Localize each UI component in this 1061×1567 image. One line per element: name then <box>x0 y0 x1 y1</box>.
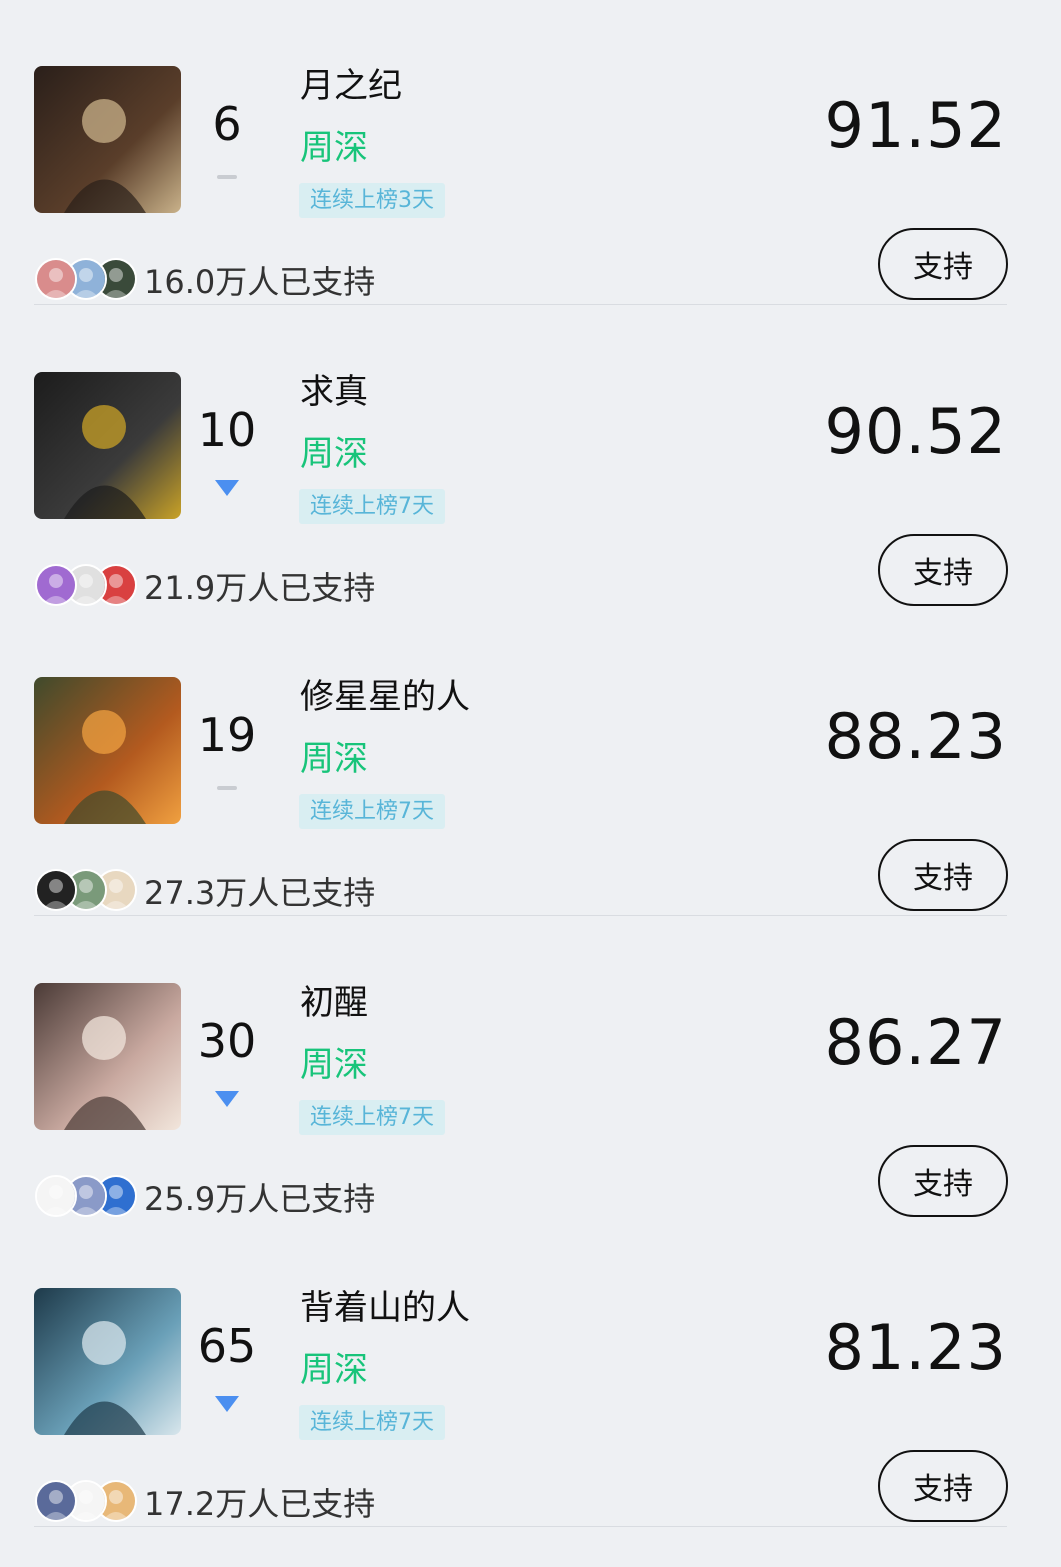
song-title[interactable]: 修星星的人 <box>300 675 470 719</box>
singer-name[interactable]: 周深 <box>300 126 368 170</box>
support-button[interactable]: 支持 <box>878 228 1008 300</box>
support-button[interactable]: 支持 <box>878 1450 1008 1522</box>
album-cover[interactable] <box>34 982 181 1130</box>
streak-badge: 连续上榜7天 <box>299 794 445 829</box>
trend-down-icon <box>215 479 239 496</box>
avatar <box>35 1174 77 1217</box>
streak-badge: 连续上榜7天 <box>299 488 445 524</box>
supporter-count: 21.9万人已支持 <box>144 568 376 607</box>
rank-number: 65 <box>197 1319 257 1373</box>
song-title[interactable]: 求真 <box>300 370 368 414</box>
song-entry[interactable]: 30 初醒 周深 连续上榜7天 86.27 25.9万人已支持 支持 <box>0 917 1061 1222</box>
trend-down-icon <box>215 1396 239 1412</box>
rank-number: 10 <box>197 402 257 457</box>
avatar <box>35 869 77 911</box>
song-title[interactable]: 背着山的人 <box>300 1286 470 1330</box>
streak-badge: 连续上榜7天 <box>299 1405 445 1440</box>
supporter-count: 16.0万人已支持 <box>144 263 376 301</box>
rank-number: 30 <box>197 1013 257 1068</box>
trend-down-icon <box>215 1090 239 1107</box>
avatar <box>35 563 77 606</box>
singer-name[interactable]: 周深 <box>300 432 368 476</box>
supporter-avatars <box>35 258 137 300</box>
album-cover[interactable] <box>34 677 181 824</box>
singer-name[interactable]: 周深 <box>300 1043 368 1087</box>
streak-badge: 连续上榜7天 <box>299 1099 445 1135</box>
ranking-list: 6 月之纪 周深 连续上榜3天 91.52 16.0万人已支持 支持 10 求真… <box>0 0 1061 1567</box>
singer-name[interactable]: 周深 <box>300 1348 368 1392</box>
score-value: 81.23 <box>824 1311 1007 1384</box>
song-entry[interactable]: 65 背着山的人 周深 连续上榜7天 81.23 17.2万人已支持 支持 <box>0 1222 1061 1527</box>
album-cover[interactable] <box>34 1288 181 1435</box>
supporter-count: 25.9万人已支持 <box>144 1179 376 1218</box>
avatar <box>35 258 77 300</box>
trend-flat-icon <box>217 786 237 790</box>
score-value: 88.23 <box>824 700 1007 773</box>
support-button[interactable]: 支持 <box>878 839 1008 911</box>
support-button[interactable]: 支持 <box>878 1144 1008 1217</box>
divider <box>34 1526 1007 1527</box>
supporter-avatars <box>35 1480 137 1522</box>
supporter-avatars <box>35 563 137 606</box>
score-value: 91.52 <box>824 89 1007 162</box>
avatar <box>35 1480 77 1522</box>
song-title[interactable]: 初醒 <box>300 981 368 1025</box>
supporter-avatars <box>35 1174 137 1217</box>
supporter-avatars <box>35 869 137 911</box>
song-entry[interactable]: 10 求真 周深 连续上榜7天 90.52 21.9万人已支持 支持 <box>0 306 1061 611</box>
album-cover[interactable] <box>34 66 181 213</box>
song-title[interactable]: 月之纪 <box>300 64 402 108</box>
album-cover[interactable] <box>34 371 181 519</box>
streak-badge: 连续上榜3天 <box>299 183 445 218</box>
rank-number: 19 <box>197 708 257 762</box>
rank-number: 6 <box>212 97 242 151</box>
support-button[interactable]: 支持 <box>878 533 1008 606</box>
song-entry[interactable]: 6 月之纪 周深 连续上榜3天 91.52 16.0万人已支持 支持 <box>0 0 1061 305</box>
score-value: 90.52 <box>824 394 1007 468</box>
trend-flat-icon <box>217 175 237 179</box>
score-value: 86.27 <box>824 1005 1007 1079</box>
singer-name[interactable]: 周深 <box>300 737 368 781</box>
supporter-count: 27.3万人已支持 <box>144 874 376 912</box>
song-entry[interactable]: 19 修星星的人 周深 连续上榜7天 88.23 27.3万人已支持 支持 <box>0 611 1061 916</box>
supporter-count: 17.2万人已支持 <box>144 1485 376 1523</box>
